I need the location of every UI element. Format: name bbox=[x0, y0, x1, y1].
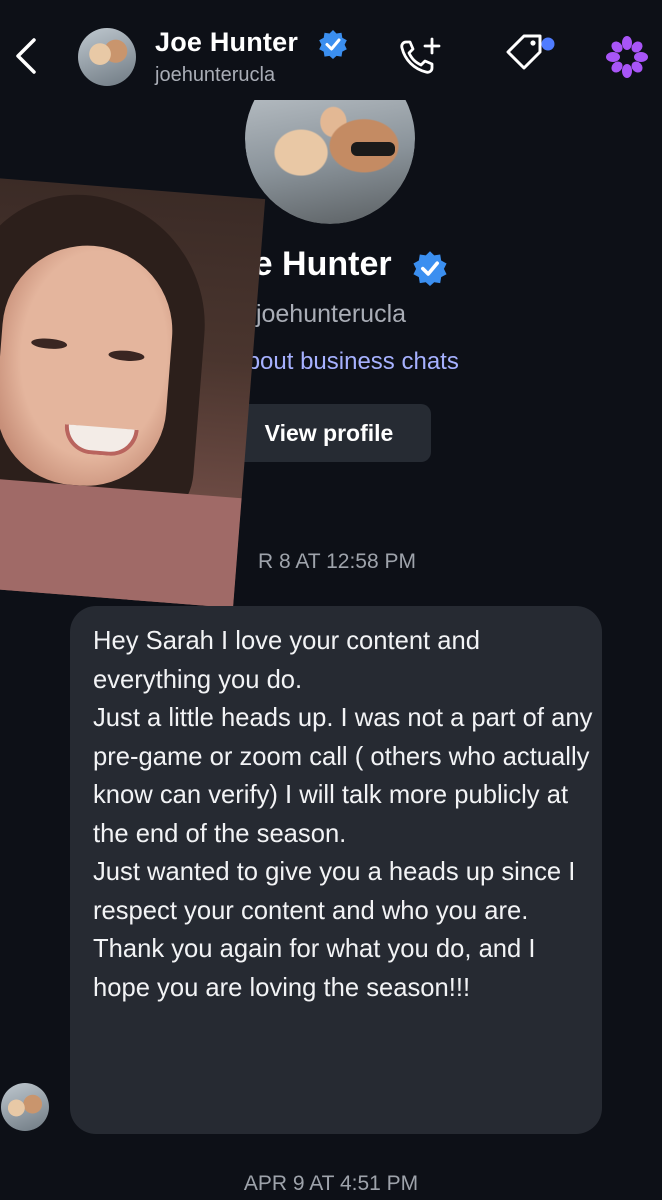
avatar[interactable] bbox=[78, 28, 136, 86]
view-profile-button[interactable]: View profile bbox=[227, 404, 431, 462]
message-paragraph: Hey Sarah I love your content and everyt… bbox=[93, 627, 480, 694]
verified-icon bbox=[413, 251, 447, 286]
message-timestamp: R 8 AT 12:58 PM bbox=[258, 550, 416, 573]
message-paragraph: Just a little heads up. I was not a part… bbox=[93, 704, 593, 848]
back-icon[interactable] bbox=[12, 36, 40, 76]
message-paragraph: Thank you again for what you do, and I h… bbox=[93, 935, 536, 1002]
sunglasses bbox=[351, 142, 395, 156]
message-text: Hey Sarah I love your content and everyt… bbox=[93, 622, 593, 1007]
sender-avatar[interactable] bbox=[1, 1083, 49, 1131]
contact-username: joehunterucla bbox=[155, 64, 276, 86]
chat-header: Joe Hunter joehunterucla bbox=[0, 0, 662, 100]
flower-icon[interactable] bbox=[604, 34, 650, 80]
verified-icon bbox=[319, 30, 347, 59]
message-timestamp: APR 9 AT 4:51 PM bbox=[243, 1172, 419, 1195]
message-paragraph: Just wanted to give you a heads up since… bbox=[93, 858, 576, 925]
call-add-icon[interactable] bbox=[398, 36, 442, 76]
contact-name[interactable]: Joe Hunter bbox=[155, 27, 298, 58]
profile-avatar[interactable] bbox=[245, 100, 415, 224]
overlay-photo bbox=[0, 178, 266, 608]
tag-icon[interactable] bbox=[502, 32, 560, 78]
